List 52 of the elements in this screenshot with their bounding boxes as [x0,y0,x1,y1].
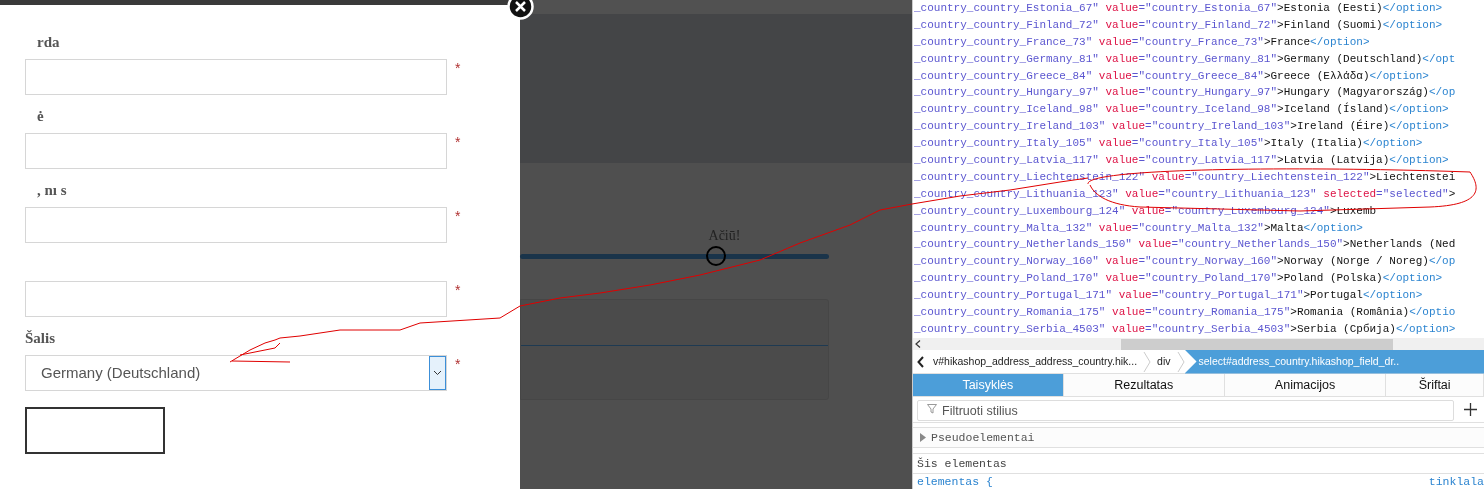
field-label: rda [36,32,60,52]
code-line: _country_country_Latvia_117" value="country_Latvia_117">Latvia (Latvija)</option> [913,153,1450,168]
code-line: _country_country_Italy_105" value="country_Italy_105">Italy (Italia)</option> [913,136,1424,152]
breadcrumb[interactable]: div [1151,349,1177,374]
add-icon[interactable] [1464,403,1477,416]
separator-icon [1143,349,1152,374]
rule-selector: elementas { [917,474,993,489]
close-icon[interactable] [507,0,534,20]
required-mark: * [455,135,461,149]
rule-source-link[interactable]: tinklala [1428,474,1484,489]
input-field[interactable] [25,59,447,95]
code-line: _country_country_Malta_132" value="country_Malta_132">Malta</option> [913,220,1364,236]
code-line: _country_country_Iceland_98" value="country_Iceland_98">Iceland (Ísland)</option> [913,101,1450,118]
section-title: Šis elementas [913,453,1484,474]
submit-button[interactable] [25,407,165,454]
required-mark: * [455,283,461,297]
code-line: _country_country_Netherlands_150" value="country_Netherlands_150">Netherlands (Ned [913,237,1457,253]
input-field[interactable] [25,281,447,317]
code-line: _country_country_Poland_170" value="country_Poland_170">Poland (Polska)</option> [913,271,1444,287]
scroll-left-icon[interactable] [915,340,921,348]
breadcrumb[interactable]: v#hikashop_address_address_country.hik... [927,349,1144,374]
input-field[interactable] [25,133,447,169]
code-line: _country_country_France_73" value="country_France_73">France</option> [913,34,1371,50]
code-line: _country_country_Greece_84" value="country_Greece_84">Greece (Ελλάδα)</option> [913,68,1430,84]
code-line: _country_country_Portugal_171" value="country_Portugal_171">Portugal</option> [913,288,1424,304]
filter-icon [927,403,937,414]
input-field[interactable] [25,207,447,243]
back-icon[interactable] [917,355,925,368]
progress-thumb[interactable] [705,246,726,266]
panel-tab[interactable]: Šriftai [1386,374,1484,396]
field-label: ė [36,106,44,126]
code-line: _country_country_Ireland_103" value="country_Ireland_103">Ireland (Éire)</option> [913,118,1450,135]
field-label: Šalis [25,328,55,348]
separator-icon [1176,349,1185,374]
panel-tab[interactable]: Rezultatas [1063,374,1225,396]
filter-field[interactable]: Filtruoti stilius [917,400,1454,421]
code-line: _country_country_Serbia_4503" value="country_Serbia_4503">Serbia (Србија)</option> [913,321,1457,337]
required-mark: * [455,209,461,223]
code-line: _country_country_Germany_81" value="country_Germany_81">Germany (Deutschland)</opt [913,51,1457,67]
country-select[interactable]: Germany (Deutschland) [25,355,447,391]
code-line: _country_country_Finland_72" value="country_Finland_72">Finland (Suomi)</option> [913,17,1444,33]
code-line: _country_country_Hungary_97" value="country_Hungary_97">Hungary (Magyarország)</op [913,85,1457,101]
required-mark: * [455,61,461,75]
code-line: _country_country_Estonia_67" value="country_Estonia_67">Estonia (Eesti)</option> [913,1,1444,16]
required-mark: * [455,357,461,371]
expand-icon [920,433,926,442]
section-header[interactable]: Pseudoelementai [913,427,1484,448]
field-label: , nı s [36,180,67,200]
panel-tab[interactable]: Animacijos [1224,374,1387,396]
horizontal-scrollbar[interactable] [913,338,1484,350]
code-line: _country_country_Norway_160" value="country_Norway_160">Norway (Norge / Noreg)</op [913,254,1457,270]
code-line: _country_country_Romania_175" value="country_Romania_175">Romania (România)</optio [913,305,1457,321]
